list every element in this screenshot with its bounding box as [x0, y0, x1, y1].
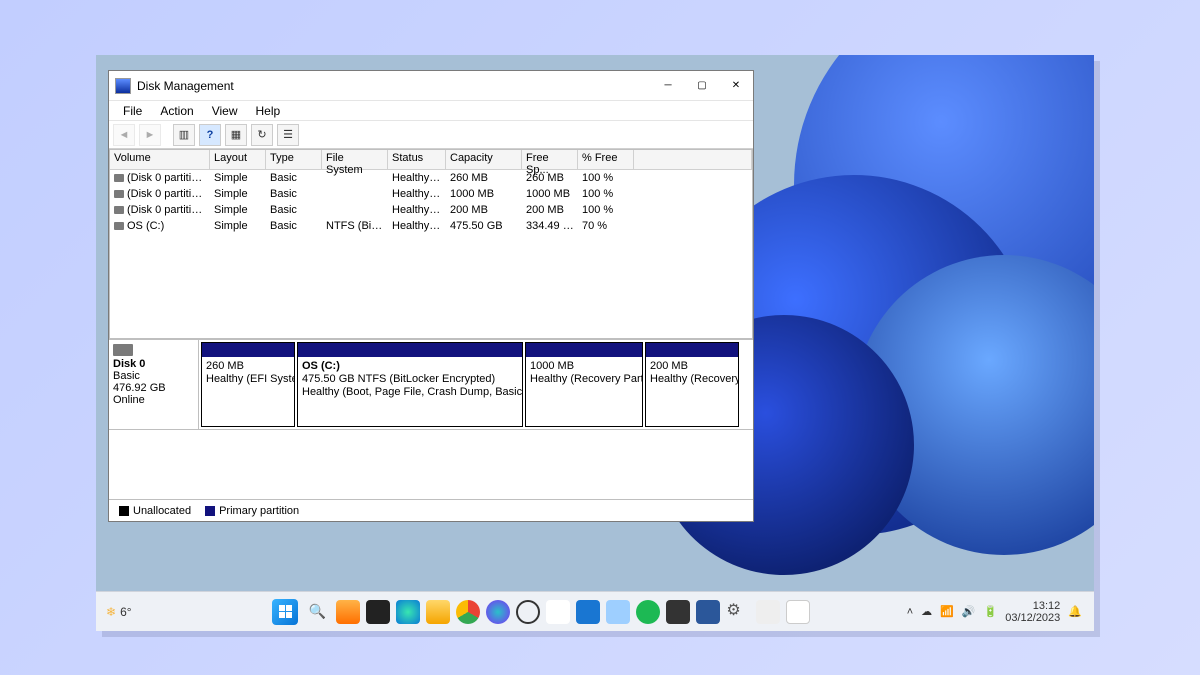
- legend-unallocated-label: Unallocated: [133, 505, 191, 517]
- col-capacity[interactable]: Capacity: [446, 150, 522, 169]
- menu-view[interactable]: View: [204, 102, 246, 120]
- col-layout[interactable]: Layout: [210, 150, 266, 169]
- back-button[interactable]: ◄: [113, 124, 135, 146]
- col-filesystem[interactable]: File System: [322, 150, 388, 169]
- partition[interactable]: OS (C:)475.50 GB NTFS (BitLocker Encrypt…: [297, 342, 523, 427]
- wifi-icon[interactable]: 📶: [940, 605, 954, 618]
- legend-primary-label: Primary partition: [219, 505, 299, 517]
- search-button[interactable]: 🔍: [304, 599, 330, 625]
- outlook-icon[interactable]: [576, 600, 600, 624]
- word-icon[interactable]: [696, 600, 720, 624]
- chrome-icon[interactable]: [456, 600, 480, 624]
- disk-row[interactable]: Disk 0 Basic 476.92 GB Online 260 MBHeal…: [109, 340, 753, 430]
- taskbar-app-s[interactable]: [516, 600, 540, 624]
- refresh-button[interactable]: ↻: [251, 124, 273, 146]
- toolbar-button-1[interactable]: ▥: [173, 124, 195, 146]
- disk-management-window: Disk Management ─ ▢ ✕ File Action View H…: [108, 70, 754, 522]
- close-button[interactable]: ✕: [719, 71, 753, 101]
- disk-icon: [113, 344, 133, 356]
- menu-help[interactable]: Help: [248, 102, 289, 120]
- disk-type: Basic: [113, 370, 194, 382]
- volume-row[interactable]: (Disk 0 partition 1)SimpleBasicHealthy (…: [110, 170, 752, 186]
- disk-info-panel[interactable]: Disk 0 Basic 476.92 GB Online: [109, 340, 199, 429]
- spotify-icon[interactable]: [636, 600, 660, 624]
- start-button[interactable]: [272, 599, 298, 625]
- col-percent-free[interactable]: % Free: [578, 150, 634, 169]
- legend-primary-swatch: [205, 506, 215, 516]
- clock-date: 03/12/2023: [1005, 612, 1060, 624]
- taskbar-app-1[interactable]: [336, 600, 360, 624]
- weather-temp: 6°: [120, 605, 131, 619]
- partition[interactable]: 1000 MBHealthy (Recovery Partitio: [525, 342, 643, 427]
- toolbar: ◄ ► ▥ ? ▦ ↻ ☰: [109, 121, 753, 149]
- taskbar-center: 🔍 ⚙: [176, 599, 907, 625]
- minimize-button[interactable]: ─: [651, 71, 685, 101]
- app-icon: [115, 78, 131, 94]
- partition[interactable]: 200 MBHealthy (Recovery P: [645, 342, 739, 427]
- legend-unallocated-swatch: [119, 506, 129, 516]
- col-spacer: [634, 150, 752, 169]
- taskbar-app-2[interactable]: [366, 600, 390, 624]
- graphical-empty-area: [109, 430, 753, 499]
- slack-icon[interactable]: [546, 600, 570, 624]
- disk-state: Online: [113, 394, 194, 406]
- disk-label: Disk 0: [113, 358, 194, 370]
- toolbar-button-3[interactable]: ☰: [277, 124, 299, 146]
- disk-size: 476.92 GB: [113, 382, 194, 394]
- weather-widget[interactable]: ❄ 6°: [96, 605, 176, 619]
- titlebar[interactable]: Disk Management ─ ▢ ✕: [109, 71, 753, 101]
- col-type[interactable]: Type: [266, 150, 322, 169]
- settings-icon[interactable]: ⚙: [726, 600, 750, 624]
- chevron-up-icon[interactable]: ˄: [907, 606, 913, 618]
- col-status[interactable]: Status: [388, 150, 446, 169]
- window-title: Disk Management: [137, 79, 651, 93]
- edge-icon[interactable]: [396, 600, 420, 624]
- clock-time: 13:12: [1005, 600, 1060, 612]
- volume-list[interactable]: Volume Layout Type File System Status Ca…: [109, 149, 753, 339]
- volume-row[interactable]: (Disk 0 partition 4)SimpleBasicHealthy (…: [110, 186, 752, 202]
- volume-row[interactable]: (Disk 0 partition 5)SimpleBasicHealthy (…: [110, 202, 752, 218]
- system-tray[interactable]: ˄ ☁ 📶 🔊 🔋 13:12 03/12/2023 🔔: [907, 600, 1094, 624]
- volume-icon[interactable]: 🔊: [962, 605, 976, 618]
- weather-icon: ❄: [106, 605, 116, 619]
- toolbar-button-2[interactable]: ▦: [225, 124, 247, 146]
- onedrive-icon[interactable]: ☁: [921, 605, 932, 618]
- col-free[interactable]: Free Sp...: [522, 150, 578, 169]
- clock[interactable]: 13:12 03/12/2023: [1005, 600, 1060, 624]
- partition[interactable]: 260 MBHealthy (EFI System: [201, 342, 295, 427]
- notepad-icon[interactable]: [606, 600, 630, 624]
- taskbar-app-4[interactable]: [786, 600, 810, 624]
- file-explorer-icon[interactable]: [426, 600, 450, 624]
- menu-file[interactable]: File: [115, 102, 150, 120]
- volume-row[interactable]: OS (C:)SimpleBasicNTFS (BitLo...Healthy …: [110, 218, 752, 234]
- desktop-screenshot: Disk Management ─ ▢ ✕ File Action View H…: [96, 55, 1094, 631]
- volume-list-header[interactable]: Volume Layout Type File System Status Ca…: [110, 150, 752, 170]
- taskbar-app-canva[interactable]: [486, 600, 510, 624]
- battery-icon[interactable]: 🔋: [984, 605, 998, 618]
- taskbar[interactable]: ❄ 6° 🔍 ⚙ ˄ ☁ 📶 🔊: [96, 591, 1094, 631]
- terminal-icon[interactable]: [666, 600, 690, 624]
- legend: Unallocated Primary partition: [109, 499, 753, 521]
- menu-action[interactable]: Action: [152, 102, 201, 120]
- disk-graphical-view: Disk 0 Basic 476.92 GB Online 260 MBHeal…: [109, 339, 753, 521]
- notifications-icon[interactable]: 🔔: [1068, 605, 1082, 618]
- maximize-button[interactable]: ▢: [685, 71, 719, 101]
- col-volume[interactable]: Volume: [110, 150, 210, 169]
- menubar: File Action View Help: [109, 101, 753, 121]
- help-button[interactable]: ?: [199, 124, 221, 146]
- forward-button[interactable]: ►: [139, 124, 161, 146]
- taskbar-app-3[interactable]: [756, 600, 780, 624]
